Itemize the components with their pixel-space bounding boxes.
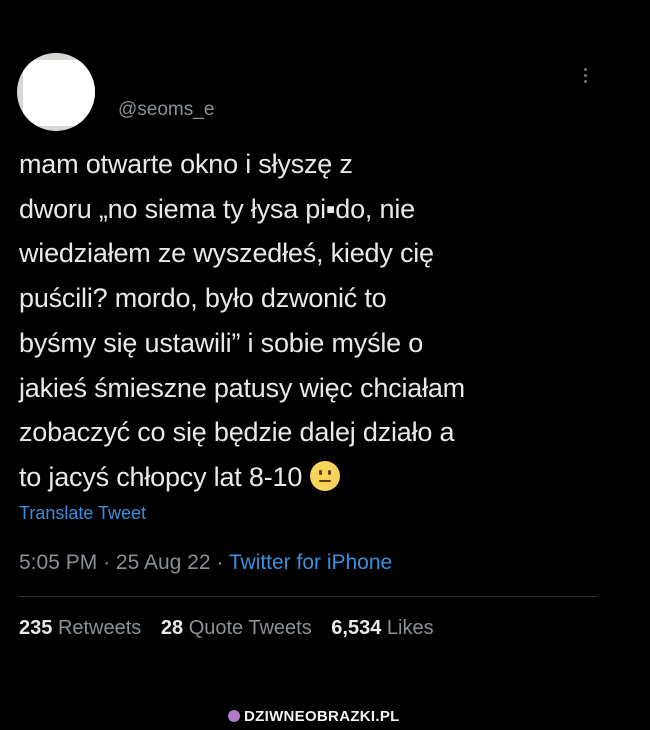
- quote-tweets-stat[interactable]: 28 Quote Tweets: [161, 617, 312, 639]
- avatar[interactable]: [17, 53, 95, 131]
- tweet-body: mam otwarte okno i słyszę z dworu „no si…: [19, 149, 465, 492]
- divider: [19, 596, 598, 597]
- retweets-label: Retweets: [57, 617, 142, 639]
- tweet-source-link[interactable]: Twitter for iPhone: [229, 551, 392, 574]
- user-handle[interactable]: @seoms_e: [118, 99, 214, 121]
- meta-separator: ·: [103, 551, 111, 574]
- tweet-stats: 235 Retweets 28 Quote Tweets 6,534 Likes: [19, 617, 448, 640]
- watermark: DZIWNEOBRAZKI.PL: [228, 708, 400, 725]
- tweet-metadata: 5:05 PM · 25 Aug 22 · Twitter for iPhone: [19, 551, 392, 575]
- retweets-stat[interactable]: 235 Retweets: [19, 617, 141, 639]
- watermark-logo-icon: [228, 710, 240, 722]
- likes-label: Likes: [386, 617, 434, 639]
- translate-tweet-link[interactable]: Translate Tweet: [19, 503, 146, 524]
- avatar-censor-block: [23, 60, 95, 126]
- tweet-date[interactable]: 25 Aug 22: [116, 551, 211, 574]
- likes-count: 6,534: [331, 617, 382, 639]
- retweets-count: 235: [19, 617, 53, 639]
- tweet-time[interactable]: 5:05 PM: [19, 551, 97, 574]
- more-options-icon[interactable]: [574, 62, 598, 90]
- meta-separator: ·: [216, 551, 224, 574]
- quote-tweets-count: 28: [160, 617, 184, 639]
- quote-tweets-label: Quote Tweets: [188, 617, 312, 639]
- watermark-text: DZIWNEOBRAZKI.PL: [244, 708, 400, 725]
- likes-stat[interactable]: 6,534 Likes: [331, 617, 433, 639]
- tweet-text: mam otwarte okno i słyszę z dworu „no si…: [19, 142, 619, 500]
- neutral-face-emoji-icon: [310, 460, 341, 491]
- tweet-card: @seoms_e mam otwarte okno i słyszę z dwo…: [0, 0, 650, 730]
